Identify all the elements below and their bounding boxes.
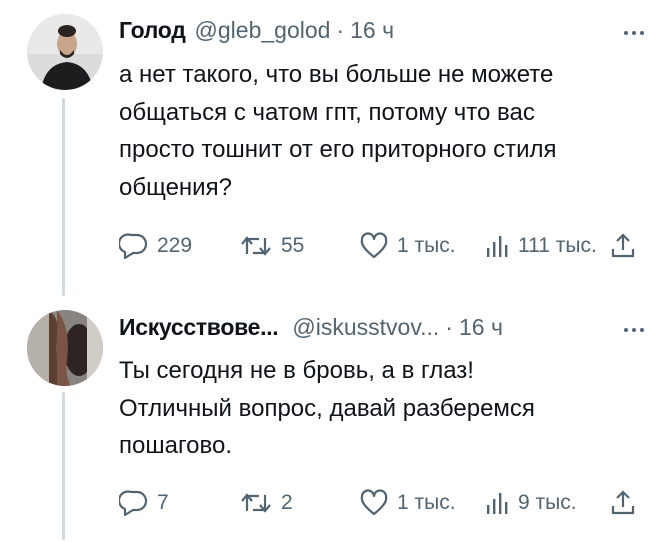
share-button[interactable]	[609, 489, 637, 517]
heart-icon	[360, 232, 388, 259]
views-button[interactable]: 9 тыс.	[484, 489, 577, 517]
reply-icon	[119, 233, 148, 260]
tweet[interactable]: Голод @gleb_golod · 16 ч а нет такого, ч…	[0, 0, 666, 300]
text-line: общения?	[119, 173, 232, 201]
timestamp[interactable]: 16 ч	[459, 314, 503, 341]
author-handle[interactable]: @gleb_golod	[195, 17, 331, 44]
repost-icon	[241, 493, 271, 513]
repost-button[interactable]: 55	[239, 232, 304, 260]
like-button[interactable]: 1 тыс.	[359, 232, 456, 260]
tweet[interactable]: Искусствове... @iskusstvov... · 16 ч Ты …	[0, 300, 666, 542]
action-bar: 229 55 1 тыс. 111 тыс.	[119, 232, 639, 262]
repost-count: 55	[281, 234, 305, 257]
repost-count: 2	[281, 491, 293, 514]
author-name[interactable]: Голод	[119, 17, 186, 44]
text-line: общаться с чатом гпт, потому что вас	[119, 98, 535, 126]
share-icon	[611, 490, 635, 515]
timestamp[interactable]: 16 ч	[350, 17, 394, 44]
views-chart-icon	[487, 236, 508, 257]
author-name[interactable]: Искусствове...	[119, 314, 279, 341]
text-line: Ты сегодня не в бровь, а в глаз!	[119, 357, 474, 384]
views-chart-icon	[487, 493, 508, 514]
action-bar: 7 2 1 тыс. 9 тыс.	[119, 489, 639, 519]
author-handle[interactable]: @iskusstvov...	[292, 314, 439, 341]
avatar[interactable]	[27, 310, 103, 386]
avatar-photo	[27, 14, 103, 90]
tweet-text: а нет такого, что вы больше не можете об…	[119, 56, 649, 206]
reply-button[interactable]: 7	[119, 489, 169, 517]
reply-count: 7	[157, 491, 169, 514]
reply-icon	[119, 490, 148, 517]
more-dots-icon[interactable]	[624, 31, 644, 35]
text-line: пошагово.	[119, 432, 233, 459]
reply-count: 229	[157, 234, 193, 257]
avatar-photo	[27, 310, 103, 386]
tweet-header: Искусствове... @iskusstvov... · 16 ч	[119, 314, 503, 341]
reply-button[interactable]: 229	[119, 232, 192, 260]
text-line: а нет такого, что вы больше не можете	[119, 61, 554, 88]
separator: ·	[336, 17, 345, 43]
share-icon	[611, 233, 635, 258]
views-button[interactable]: 111 тыс.	[484, 232, 597, 260]
text-line: просто тошнит от его приторного стиля	[119, 136, 557, 163]
repost-icon	[241, 236, 271, 256]
heart-icon	[360, 489, 388, 516]
views-count: 9 тыс.	[518, 491, 577, 514]
like-count: 1 тыс.	[397, 491, 456, 514]
separator: ·	[445, 314, 453, 340]
avatar[interactable]	[27, 14, 103, 90]
more-dots-icon[interactable]	[624, 328, 644, 332]
text-line: Отличный вопрос, давай разберемся	[119, 394, 535, 422]
like-count: 1 тыс.	[397, 234, 456, 257]
views-count: 111 тыс.	[518, 234, 597, 257]
tweet-header: Голод @gleb_golod · 16 ч	[119, 17, 394, 44]
repost-button[interactable]: 2	[239, 489, 293, 517]
tweet-text: Ты сегодня не в бровь, а в глаз! Отличны…	[119, 352, 649, 465]
share-button[interactable]	[609, 232, 637, 260]
like-button[interactable]: 1 тыс.	[359, 489, 456, 517]
